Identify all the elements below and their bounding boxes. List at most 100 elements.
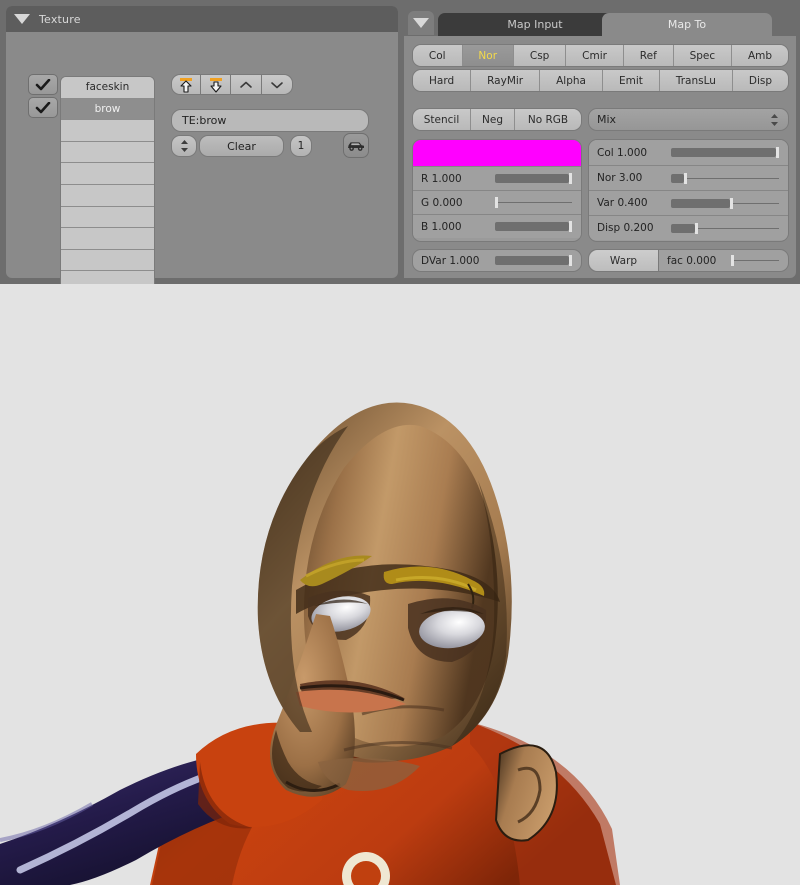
col-factor-slider[interactable]: Col 1.000 xyxy=(589,140,788,165)
list-item[interactable] xyxy=(61,120,154,142)
blend-mode-dropdown[interactable]: Mix xyxy=(588,108,789,131)
triangle-down-icon[interactable] xyxy=(14,14,30,24)
map-to-csp-button[interactable]: Csp xyxy=(513,45,567,66)
var-factor-knob[interactable] xyxy=(730,197,734,209)
col-factor-knob[interactable] xyxy=(775,147,779,158)
texture-enable-faceskin-checkbox[interactable] xyxy=(28,74,58,95)
map-to-hard-label: Hard xyxy=(428,74,455,87)
map-to-col-button[interactable]: Col xyxy=(413,45,463,66)
dvar-knob[interactable] xyxy=(568,255,572,266)
texture-panel-header[interactable]: Texture xyxy=(6,6,398,32)
tab-map-to[interactable]: Map To xyxy=(602,13,772,36)
render-output-image xyxy=(0,284,800,885)
list-item[interactable]: brow xyxy=(61,98,154,121)
nor-factor-knob[interactable] xyxy=(683,172,687,184)
stencil-label: Stencil xyxy=(423,113,460,126)
g-slider-knob[interactable] xyxy=(495,197,498,208)
map-to-emit-label: Emit xyxy=(618,74,643,87)
paste-from-buffer-button[interactable] xyxy=(201,74,231,95)
map-to-nor-button[interactable]: Nor xyxy=(462,45,514,66)
nor-factor-label: Nor 3.00 xyxy=(597,172,643,184)
nor-factor-track[interactable] xyxy=(671,172,779,184)
auto-name-car-button[interactable] xyxy=(343,133,369,158)
clear-texture-button[interactable]: Clear xyxy=(199,135,284,157)
dvar-track[interactable] xyxy=(495,255,572,266)
b-slider-track[interactable] xyxy=(495,221,572,232)
map-to-nor-label: Nor xyxy=(478,49,498,62)
updown-arrows-icon xyxy=(771,113,778,126)
map-to-ref-label: Ref xyxy=(639,49,657,62)
var-factor-slider[interactable]: Var 0.400 xyxy=(589,190,788,215)
color-swatch[interactable] xyxy=(413,140,581,166)
check-icon xyxy=(35,78,51,90)
r-slider-fill xyxy=(495,174,569,183)
map-to-cmir-button[interactable]: Cmir xyxy=(566,45,624,66)
map-to-raymir-button[interactable]: RayMir xyxy=(471,70,541,91)
g-slider-track[interactable] xyxy=(495,197,572,208)
list-item[interactable] xyxy=(61,141,154,164)
stencil-button[interactable]: Stencil xyxy=(413,109,471,130)
texture-browse-button[interactable] xyxy=(171,135,197,157)
map-to-amb-label: Amb xyxy=(748,49,773,62)
dvar-slider[interactable]: DVar 1.000 xyxy=(412,249,582,272)
list-item[interactable] xyxy=(61,184,154,207)
disp-factor-slider[interactable]: Disp 0.200 xyxy=(589,215,788,240)
map-to-collapse-button[interactable] xyxy=(408,11,434,35)
var-factor-track[interactable] xyxy=(671,197,779,209)
texture-slot-toolbar xyxy=(171,74,293,95)
var-factor-fill xyxy=(671,198,731,208)
r-slider-knob[interactable] xyxy=(568,173,572,184)
list-item[interactable] xyxy=(61,163,154,185)
stencil-button-group: Stencil Neg No RGB xyxy=(412,108,582,131)
r-slider[interactable]: R 1.000 xyxy=(413,166,581,190)
texture-slot-list[interactable]: faceskin brow xyxy=(60,76,155,292)
blend-mode-value: Mix xyxy=(597,113,617,126)
b-slider-knob[interactable] xyxy=(568,221,572,232)
nor-factor-line xyxy=(671,177,779,179)
map-to-col-label: Col xyxy=(428,49,446,62)
b-slider[interactable]: B 1.000 xyxy=(413,214,581,238)
map-to-translu-button[interactable]: TransLu xyxy=(659,70,733,91)
b-slider-label: B 1.000 xyxy=(421,220,462,233)
map-to-amb-button[interactable]: Amb xyxy=(732,45,788,66)
texture-users-count[interactable]: 1 xyxy=(290,135,312,157)
map-to-hard-button[interactable]: Hard xyxy=(413,70,472,91)
warp-fac-knob[interactable] xyxy=(731,255,734,266)
map-to-disp-button[interactable]: Disp xyxy=(732,70,788,91)
r-slider-label: R 1.000 xyxy=(421,172,462,185)
map-to-alpha-label: Alpha xyxy=(556,74,586,87)
move-up-button[interactable] xyxy=(231,74,262,95)
map-to-raymir-label: RayMir xyxy=(487,74,524,87)
blender-window: Texture faceskin brow TE:brow Clear 1 Ma… xyxy=(0,0,800,885)
map-to-alpha-button[interactable]: Alpha xyxy=(540,70,603,91)
copy-to-buffer-button[interactable] xyxy=(171,74,201,95)
r-slider-track[interactable] xyxy=(495,173,572,184)
texture-enable-brow-checkbox[interactable] xyxy=(28,97,58,118)
3d-render-viewport[interactable] xyxy=(0,284,800,885)
list-item[interactable] xyxy=(61,206,154,229)
warp-fac-track[interactable] xyxy=(731,255,779,266)
col-factor-track[interactable] xyxy=(671,147,779,158)
map-to-spec-button[interactable]: Spec xyxy=(673,45,733,66)
move-down-button[interactable] xyxy=(262,74,293,95)
texture-name-field[interactable]: TE:brow xyxy=(171,109,369,132)
no-rgb-button[interactable]: No RGB xyxy=(515,109,581,130)
g-slider[interactable]: G 0.000 xyxy=(413,190,581,214)
g-slider-line xyxy=(495,202,572,203)
nor-factor-fill xyxy=(671,173,684,183)
warp-button[interactable]: Warp xyxy=(589,250,659,271)
dvar-fill xyxy=(495,256,569,265)
warp-fac-label: fac 0.000 xyxy=(667,254,717,267)
neg-button[interactable]: Neg xyxy=(471,109,515,130)
list-item[interactable]: faceskin xyxy=(61,77,154,99)
list-item[interactable] xyxy=(61,249,154,272)
list-item[interactable] xyxy=(61,228,154,250)
tab-map-to-label: Map To xyxy=(667,18,707,31)
texture-panel-title: Texture xyxy=(39,12,81,26)
disp-factor-track[interactable] xyxy=(671,222,779,234)
map-to-emit-button[interactable]: Emit xyxy=(602,70,660,91)
disp-factor-knob[interactable] xyxy=(694,222,698,234)
map-to-ref-button[interactable]: Ref xyxy=(623,45,674,66)
warp-group: Warp fac 0.000 xyxy=(588,249,789,272)
nor-factor-slider[interactable]: Nor 3.00 xyxy=(589,165,788,190)
